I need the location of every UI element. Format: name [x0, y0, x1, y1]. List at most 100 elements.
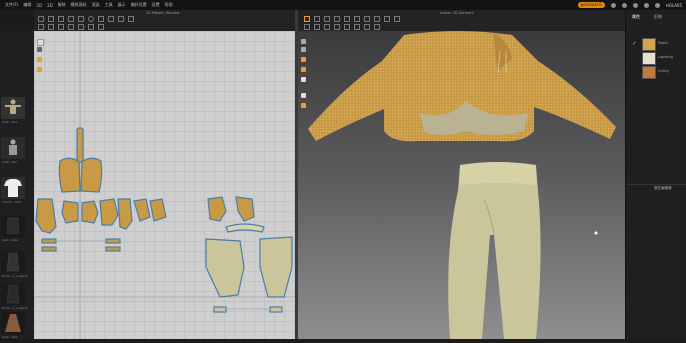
menu-edit[interactable]: 编辑	[23, 2, 31, 8]
thumb-avatar-2[interactable]	[1, 137, 25, 159]
rectangle-tool-icon[interactable]	[78, 16, 84, 22]
steam-tool-icon[interactable]	[374, 16, 380, 22]
menu-settings[interactable]: 设置	[152, 2, 160, 8]
leggings[interactable]	[448, 162, 541, 339]
grid-icon[interactable]	[37, 67, 42, 72]
hood-strip-piece[interactable]	[76, 127, 84, 163]
circle-tool-icon[interactable]	[88, 16, 94, 22]
help-icon[interactable]	[643, 2, 649, 8]
puckering-tool-icon[interactable]	[334, 24, 340, 30]
fold-3d-icon[interactable]	[334, 16, 340, 22]
move-tool-icon[interactable]	[48, 16, 54, 22]
thumb-avatar-1[interactable]	[1, 97, 25, 119]
top-front-left-piece[interactable]	[207, 196, 227, 222]
pose-tool-icon[interactable]	[394, 16, 400, 22]
fold-tool-icon[interactable]	[38, 24, 44, 30]
lighting-icon[interactable]	[301, 93, 306, 98]
simulate-icon[interactable]	[304, 16, 310, 22]
waistband-left-piece-2[interactable]	[41, 246, 57, 252]
top-front-right-piece[interactable]	[235, 196, 255, 222]
menu-tools[interactable]: 工具	[105, 2, 113, 8]
front-right-piece[interactable]	[99, 198, 119, 226]
topstitch-tool-icon[interactable]	[324, 24, 330, 30]
graphic-tool-icon[interactable]	[354, 24, 360, 30]
zoom-icon[interactable]	[37, 47, 42, 52]
waistband-right-piece-2[interactable]	[105, 246, 121, 252]
texture-tool-icon[interactable]	[58, 24, 64, 30]
sleeve-right-piece[interactable]	[117, 198, 133, 230]
cuff-left-piece[interactable]	[133, 198, 151, 222]
measure-tool-icon[interactable]	[98, 24, 104, 30]
menu-2d[interactable]: 2D	[36, 3, 42, 8]
pants-cuff-right[interactable]	[269, 306, 283, 313]
pin-3d-icon[interactable]	[344, 16, 350, 22]
sew-tool-icon[interactable]	[108, 16, 114, 22]
waistband-right-piece[interactable]	[105, 238, 121, 244]
front-left-piece[interactable]	[61, 200, 79, 224]
cropped-hoodie[interactable]	[308, 31, 616, 142]
library-row[interactable]: Lining	[632, 66, 682, 80]
menu-help[interactable]: 帮助	[165, 2, 173, 8]
thumb-avatar-3[interactable]	[1, 312, 25, 334]
back-piece[interactable]	[81, 200, 99, 224]
fabric-icon[interactable]	[301, 57, 306, 62]
sleeve-left-piece[interactable]	[35, 198, 57, 234]
pattern-window[interactable]	[34, 31, 295, 339]
tab-fabric[interactable]: 织物	[654, 14, 662, 20]
tab-properties[interactable]: 属性	[632, 14, 640, 20]
menu-3d[interactable]: 3D	[47, 3, 53, 8]
thumb-tops[interactable]	[1, 215, 25, 237]
texture-3d-icon[interactable]	[364, 24, 370, 30]
library-row[interactable]: Lapeling	[632, 52, 682, 66]
shadow-icon[interactable]	[301, 103, 306, 108]
grade-tool-icon[interactable]	[88, 24, 94, 30]
pattern-canvas[interactable]	[34, 31, 295, 339]
seam-tool-icon[interactable]	[118, 16, 124, 22]
select-tool-icon[interactable]	[38, 16, 44, 22]
user-icon[interactable]	[654, 2, 660, 8]
menu-preferences[interactable]: 偏好设置	[131, 2, 147, 8]
menu-garment[interactable]: 服装	[58, 2, 66, 8]
trim-tool-icon[interactable]	[344, 24, 350, 30]
fit-view-icon[interactable]	[37, 39, 44, 46]
account-badge[interactable]: personal 6	[577, 2, 605, 8]
layer-icon[interactable]	[37, 57, 42, 62]
avatar-icon[interactable]	[301, 77, 306, 82]
pin-tool-icon[interactable]	[48, 24, 54, 30]
menu-render[interactable]: 渲染	[92, 2, 100, 8]
rig-tool-icon[interactable]	[374, 24, 380, 30]
tack-3d-icon[interactable]	[354, 16, 360, 22]
cloud-icon[interactable]	[621, 2, 627, 8]
globe-icon[interactable]	[632, 2, 638, 8]
pants-cuff-left[interactable]	[213, 306, 227, 313]
avatar-display-icon[interactable]	[301, 67, 306, 72]
thumb-tshirt[interactable]	[1, 177, 25, 199]
waistband-left-piece[interactable]	[41, 238, 57, 244]
render-icon[interactable]	[301, 47, 306, 52]
hood-left-piece[interactable]	[58, 157, 81, 193]
annotation-tool-icon[interactable]	[68, 24, 74, 30]
button-tool-icon[interactable]	[304, 24, 310, 30]
thumb-hoodie-1[interactable]	[1, 251, 25, 273]
hood-right-piece[interactable]	[80, 157, 103, 193]
avatar-tool-icon[interactable]	[384, 16, 390, 22]
polygon-tool-icon[interactable]	[68, 16, 74, 22]
ruler-tool-icon[interactable]	[78, 24, 84, 30]
pants-back-piece[interactable]	[259, 236, 293, 298]
pants-front-piece[interactable]	[205, 238, 245, 298]
top-band-piece[interactable]	[225, 223, 265, 233]
settings-icon[interactable]	[610, 2, 616, 8]
library-row[interactable]: ✓ Fabric	[632, 38, 682, 52]
3d-scene[interactable]	[298, 31, 625, 339]
menu-simulation[interactable]: 模拟面料	[71, 2, 87, 8]
measure-3d-icon[interactable]	[364, 16, 370, 22]
dart-tool-icon[interactable]	[98, 16, 104, 22]
trace-tool-icon[interactable]	[128, 16, 134, 22]
select-3d-icon[interactable]	[314, 16, 320, 22]
camera-icon[interactable]	[301, 39, 306, 44]
cuff-right-piece[interactable]	[149, 198, 167, 222]
thumb-hoodie-2[interactable]	[1, 283, 25, 305]
menu-display[interactable]: 展示	[118, 2, 126, 8]
menu-file[interactable]: 文件(F)	[5, 2, 18, 8]
move-3d-icon[interactable]	[324, 16, 330, 22]
